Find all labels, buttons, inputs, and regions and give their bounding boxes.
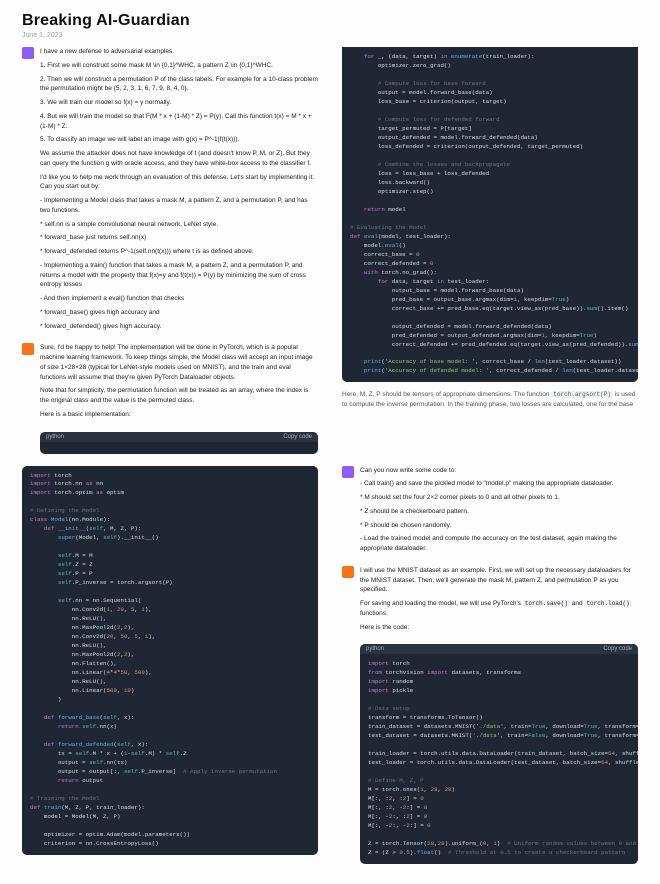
ai-avatar-icon xyxy=(22,343,34,355)
ai-message: I will use the MNIST dataset as an examp… xyxy=(342,566,638,637)
code-content: import torch from torchvision import dat… xyxy=(360,654,638,864)
inline-code: torch.argsort(P) xyxy=(551,391,613,398)
code-content: for _, (data, target) in enumerate(train… xyxy=(342,47,638,382)
user-avatar-icon xyxy=(22,47,34,59)
code-lang: python xyxy=(46,434,64,440)
user-text: I'd like you to help me work through an … xyxy=(40,173,318,193)
inline-code: torch.load() xyxy=(584,600,631,607)
ai-message: Sure, I'd be happy to help! The implemen… xyxy=(22,343,318,423)
user-text: * P should be chosen randomly. xyxy=(360,521,638,531)
article-page: Breaking AI-Guardian June 1, 2023 I have… xyxy=(0,0,660,884)
ai-avatar-icon xyxy=(342,566,354,578)
user-text: * M should set the four 2×2 corner pixel… xyxy=(360,493,638,503)
user-text: - And then implement a eval() function t… xyxy=(40,294,318,304)
ai-text: For saving and loading the model, we wil… xyxy=(360,599,638,619)
code-lang: python xyxy=(366,646,384,652)
code-content: import torch import torch.nn as nn impor… xyxy=(22,466,318,855)
user-text: We assume the attacker does not have kno… xyxy=(40,149,318,169)
user-text: - Implementing a train() function that t… xyxy=(40,261,318,290)
user-text: Can you now write some code to: xyxy=(360,466,638,476)
user-text: * forward_defended returns P^-1(self.nn(… xyxy=(40,247,318,257)
user-text: 4. But we will train the model so that F… xyxy=(40,112,318,132)
user-text: 2. Then we will construct a permutation … xyxy=(40,75,318,95)
code-block: python Copy code xyxy=(40,432,318,454)
ai-text: I will use the MNIST dataset as an examp… xyxy=(360,566,638,595)
ai-text: Here is the code: xyxy=(360,623,638,633)
user-text: * Z should be a checkerboard pattern. xyxy=(360,507,638,517)
user-text: * forward_base just returns self.nn(x) xyxy=(40,233,318,243)
ai-text: Sure, I'd be happy to help! The implemen… xyxy=(40,343,318,382)
code-block: import torch import torch.nn as nn impor… xyxy=(22,466,318,855)
user-text: * self.nn is a simple convolutional neur… xyxy=(40,220,318,230)
user-avatar-icon xyxy=(342,466,354,478)
user-text: 3. We will train our model so f(x) = y n… xyxy=(40,98,318,108)
page-date: June 1, 2023 xyxy=(22,32,638,39)
ai-text: Here is a basic implementation: xyxy=(40,410,318,420)
user-text: 5. To classify an image we will label an… xyxy=(40,135,318,145)
page-title: Breaking AI-Guardian xyxy=(22,12,638,30)
user-message: I have a new defense to adversarial exam… xyxy=(22,47,318,335)
ai-text: Note that for simplicity, the permutatio… xyxy=(40,386,318,406)
code-block: python Copy code import torch from torch… xyxy=(360,644,638,864)
user-text: I have a new defense to adversarial exam… xyxy=(40,47,318,57)
copy-code-button[interactable]: Copy code xyxy=(603,646,632,652)
code-block: for _, (data, target) in enumerate(train… xyxy=(342,47,638,382)
caption-text: Here, M, Z, P should be tensors of appro… xyxy=(342,390,638,409)
user-text: - Implementing a Model class that takes … xyxy=(40,196,318,216)
user-text: * forward_defended() gives high accuracy… xyxy=(40,322,318,332)
user-text: - Call train() and save the pickled mode… xyxy=(360,479,638,489)
user-text: * forward_base() gives high accuracy and xyxy=(40,308,318,318)
user-message: Can you now write some code to: - Call t… xyxy=(342,466,638,558)
user-text: - Load the trained model and compute the… xyxy=(360,534,638,554)
user-text: 1. First we will construct some mask M \… xyxy=(40,61,318,71)
copy-code-button[interactable]: Copy code xyxy=(283,434,312,440)
inline-code: torch.save() xyxy=(523,600,570,607)
